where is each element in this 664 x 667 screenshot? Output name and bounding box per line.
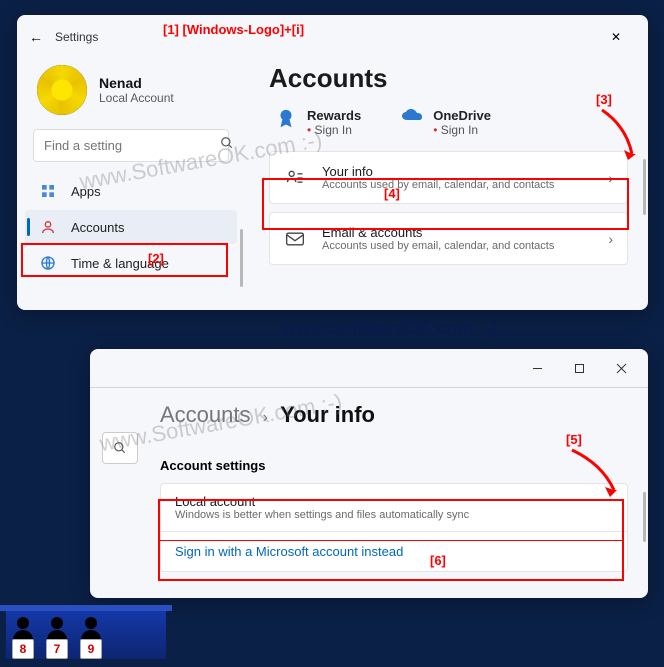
section-heading: Account settings xyxy=(160,458,628,473)
titlebar xyxy=(90,349,648,388)
your-info-window: Accounts › Your info Account settings Lo… xyxy=(90,349,648,598)
window-title: Settings xyxy=(55,30,98,44)
onedrive-card[interactable]: OneDrive Sign In xyxy=(401,108,491,137)
apps-icon xyxy=(39,182,57,200)
your-info-tile[interactable]: Your info Accounts used by email, calend… xyxy=(269,151,628,204)
judge-score: 9 xyxy=(80,639,102,659)
rewards-icon xyxy=(275,108,297,130)
onedrive-icon xyxy=(401,108,423,130)
titlebar: ← Settings ✕ xyxy=(17,15,648,59)
search-icon xyxy=(220,136,234,155)
nav-item-time[interactable]: Time & language xyxy=(25,246,237,280)
breadcrumb-parent[interactable]: Accounts xyxy=(160,402,251,427)
content-scrollbar[interactable] xyxy=(643,159,646,215)
sidebar-scrollbar[interactable] xyxy=(240,229,243,287)
close-button[interactable]: ✕ xyxy=(596,23,636,51)
minimize-button[interactable] xyxy=(516,353,558,383)
settings-window: ← Settings ✕ Nenad Local Account xyxy=(17,15,648,310)
search-button[interactable] xyxy=(102,432,138,464)
search-box[interactable] xyxy=(33,129,229,162)
rewards-card[interactable]: Rewards Sign In xyxy=(275,108,361,137)
onedrive-sub: Sign In xyxy=(433,123,491,137)
email-accounts-tile[interactable]: Email & accounts Accounts used by email,… xyxy=(269,212,628,265)
maximize-button[interactable] xyxy=(558,353,600,383)
content-panel: Accounts › Your info Account settings Lo… xyxy=(150,388,648,598)
tile-title: Your info xyxy=(322,164,608,179)
breadcrumb: Accounts › Your info xyxy=(160,402,628,428)
account-settings-box: Local account Windows is better when set… xyxy=(160,483,628,572)
judges-graphic: 8 7 9 xyxy=(6,617,108,659)
nav-label: Accounts xyxy=(71,220,124,235)
sidebar xyxy=(90,388,150,598)
close-button[interactable] xyxy=(600,353,642,383)
row-title: Local account xyxy=(175,494,613,509)
sidebar: Nenad Local Account Apps xyxy=(17,59,245,310)
your-info-icon xyxy=(284,168,306,188)
tile-sub: Accounts used by email, calendar, and co… xyxy=(322,240,608,252)
accounts-icon xyxy=(39,218,57,236)
judge-score: 7 xyxy=(46,639,68,659)
onedrive-title: OneDrive xyxy=(433,108,491,123)
tile-title: Email & accounts xyxy=(322,225,608,240)
nav-list: Apps Accounts Time & language xyxy=(25,174,237,280)
chevron-right-icon: › xyxy=(608,170,613,186)
nav-label: Apps xyxy=(71,184,101,199)
row-sub: Windows is better when settings and file… xyxy=(175,509,613,521)
email-icon xyxy=(284,231,306,247)
user-account-type: Local Account xyxy=(99,91,174,105)
back-button[interactable]: ← xyxy=(29,29,43,45)
judge-score: 8 xyxy=(12,639,34,659)
sign-in-microsoft-link[interactable]: Sign in with a Microsoft account instead xyxy=(161,532,627,571)
watermark-bold: www.SoftwareOK.com :-) xyxy=(282,318,496,339)
rewards-title: Rewards xyxy=(307,108,361,123)
nav-item-apps[interactable]: Apps xyxy=(25,174,237,208)
content-panel: Accounts Rewards Sign In On xyxy=(245,59,648,310)
chevron-right-icon: › xyxy=(263,409,268,426)
chevron-right-icon: › xyxy=(608,231,613,247)
tile-sub: Accounts used by email, calendar, and co… xyxy=(322,179,608,191)
nav-label: Time & language xyxy=(71,256,169,271)
user-name: Nenad xyxy=(99,75,174,91)
breadcrumb-current: Your info xyxy=(280,402,375,427)
nav-item-accounts[interactable]: Accounts xyxy=(25,210,237,244)
search-input[interactable] xyxy=(44,138,220,153)
page-heading: Accounts xyxy=(269,63,628,94)
rewards-sub: Sign In xyxy=(307,123,361,137)
user-profile[interactable]: Nenad Local Account xyxy=(25,59,237,129)
time-icon xyxy=(39,254,57,272)
avatar xyxy=(37,65,87,115)
content-scrollbar[interactable] xyxy=(643,492,646,542)
local-account-row: Local account Windows is better when set… xyxy=(161,484,627,531)
